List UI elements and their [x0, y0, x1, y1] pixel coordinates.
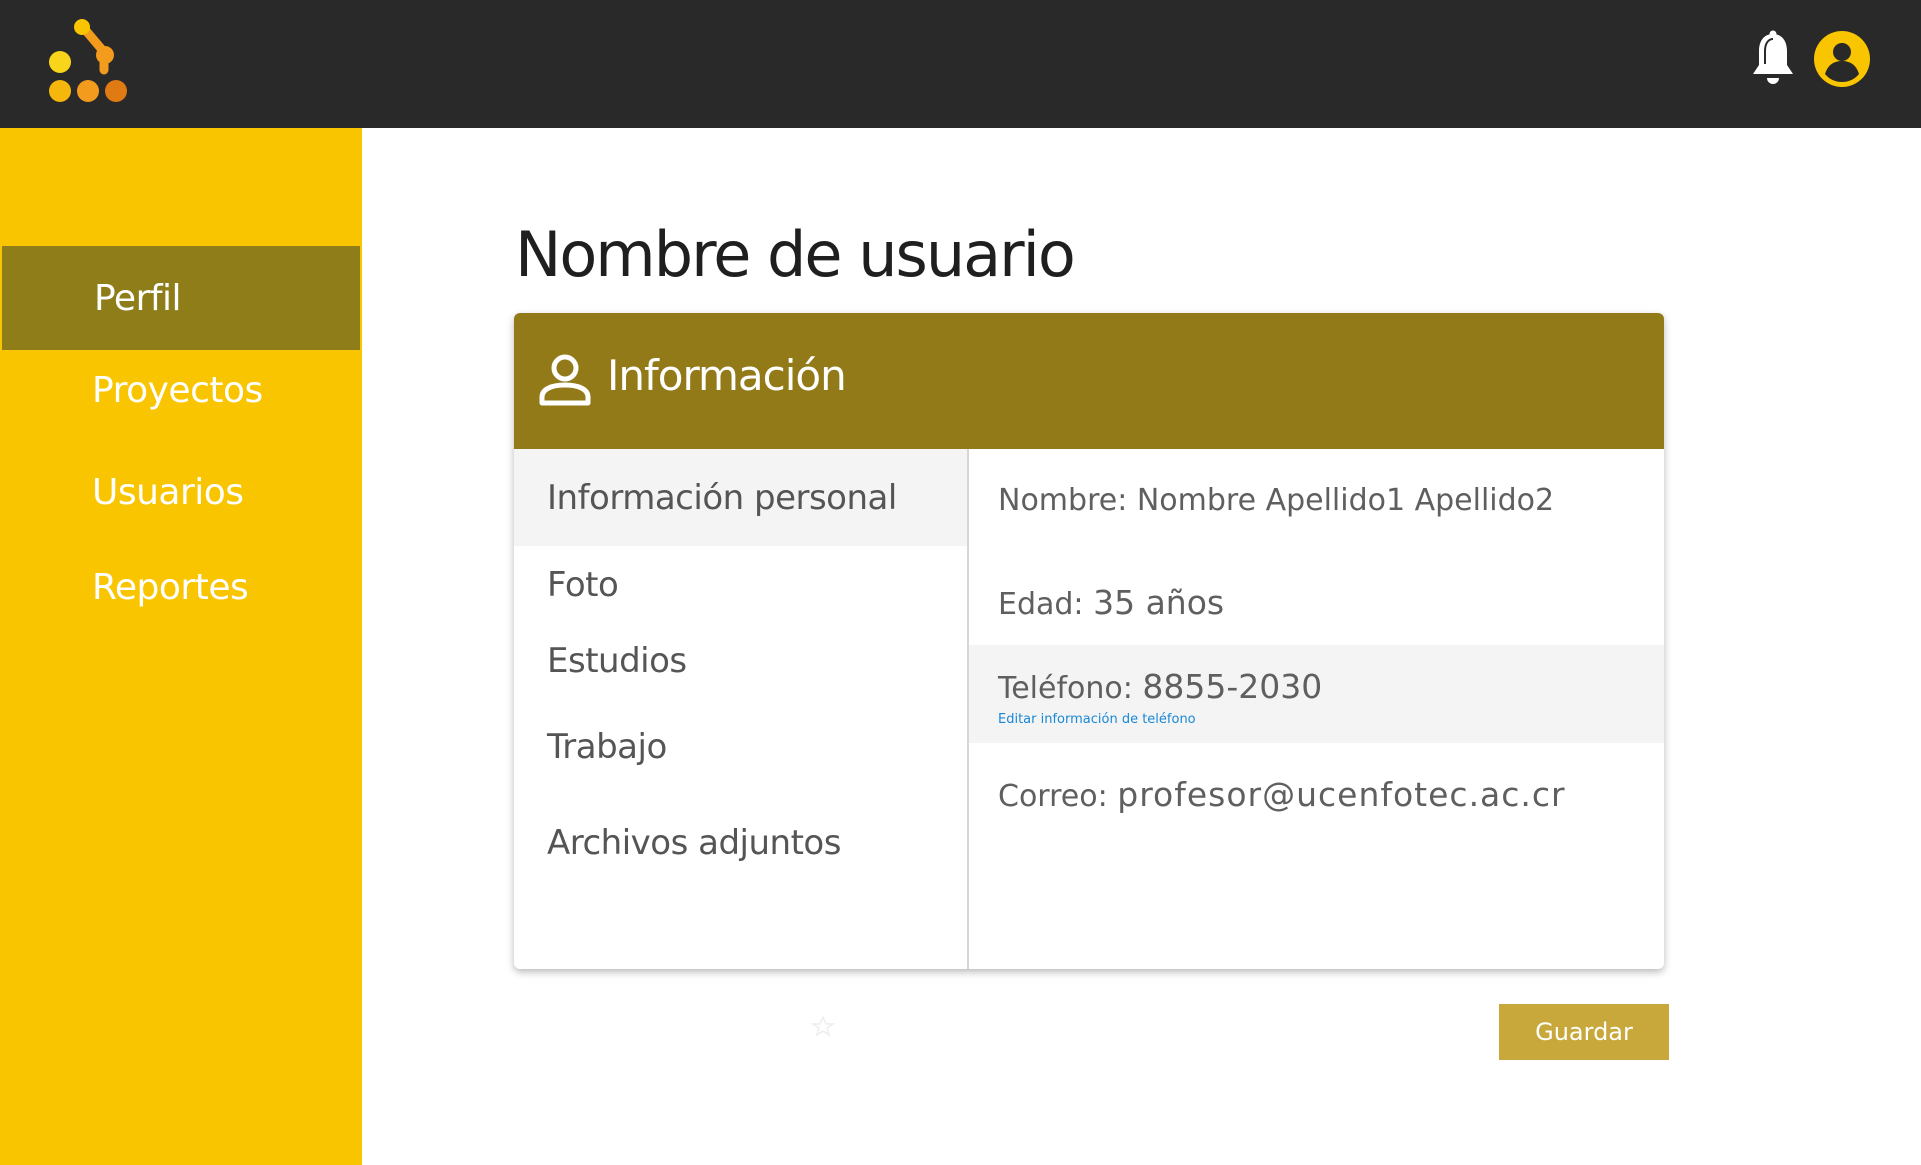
user-avatar-icon[interactable]: [1813, 30, 1871, 88]
menu-item-foto[interactable]: Foto: [514, 555, 967, 615]
age-value: 35 años: [1093, 583, 1225, 622]
sidebar-item-label: Perfil: [94, 277, 182, 319]
card-header: Información: [514, 313, 1664, 449]
detail-name-row: Nombre: Nombre Apellido1 Apellido2: [969, 449, 1664, 549]
card-header-title: Información: [607, 351, 847, 400]
page-title: Nombre de usuario: [515, 218, 1076, 291]
menu-item-label: Estudios: [547, 641, 687, 681]
edit-phone-link[interactable]: Editar información de teléfono: [998, 712, 1196, 727]
faint-star-icon: [811, 1015, 835, 1037]
top-bar: [0, 0, 1921, 128]
detail-email-row: Correo: profesor@ucenfotec.ac.cr: [969, 743, 1664, 843]
phone-value: 8855-2030: [1142, 667, 1323, 706]
person-icon: [539, 354, 591, 406]
card-menu: Información personal Foto Estudios Traba…: [514, 449, 967, 969]
menu-item-estudios[interactable]: Estudios: [514, 631, 967, 691]
sidebar: Perfil Proyectos Usuarios Reportes: [0, 128, 362, 1165]
detail-phone-row: Teléfono: 8855-2030 Editar información d…: [969, 645, 1664, 743]
menu-item-label: Trabajo: [547, 727, 667, 767]
menu-item-informacion-personal[interactable]: Información personal: [514, 449, 967, 546]
menu-item-label: Información personal: [547, 477, 897, 518]
menu-item-trabajo[interactable]: Trabajo: [514, 717, 967, 777]
email-text: Correo: profesor@ucenfotec.ac.cr: [998, 775, 1566, 814]
sidebar-item-label: Reportes: [92, 566, 249, 608]
sidebar-item-label: Proyectos: [92, 369, 263, 411]
menu-item-label: Archivos adjuntos: [547, 823, 841, 863]
menu-item-archivos-adjuntos[interactable]: Archivos adjuntos: [514, 813, 967, 873]
email-value: profesor@ucenfotec.ac.cr: [1117, 775, 1566, 814]
sidebar-item-proyectos[interactable]: Proyectos: [0, 338, 362, 442]
menu-item-label: Foto: [547, 565, 619, 605]
age-label: Edad:: [998, 587, 1084, 622]
sidebar-item-reportes[interactable]: Reportes: [0, 535, 362, 639]
save-button[interactable]: Guardar: [1499, 1004, 1669, 1060]
detail-age-row: Edad: 35 años: [969, 549, 1664, 645]
bell-icon[interactable]: [1748, 30, 1798, 88]
app-logo[interactable]: [48, 18, 144, 108]
phone-text: Teléfono: 8855-2030: [998, 667, 1322, 706]
sidebar-item-usuarios[interactable]: Usuarios: [0, 440, 362, 544]
info-card: Información Información personal Foto Es…: [514, 313, 1664, 969]
sidebar-item-perfil[interactable]: Perfil: [2, 246, 360, 350]
name-value: Nombre: Nombre Apellido1 Apellido2: [998, 483, 1555, 518]
sidebar-item-label: Usuarios: [92, 471, 244, 513]
email-label: Correo:: [998, 779, 1108, 814]
phone-label: Teléfono:: [998, 671, 1133, 706]
card-detail: Nombre: Nombre Apellido1 Apellido2 Edad:…: [969, 449, 1664, 969]
age-text: Edad: 35 años: [998, 583, 1224, 622]
